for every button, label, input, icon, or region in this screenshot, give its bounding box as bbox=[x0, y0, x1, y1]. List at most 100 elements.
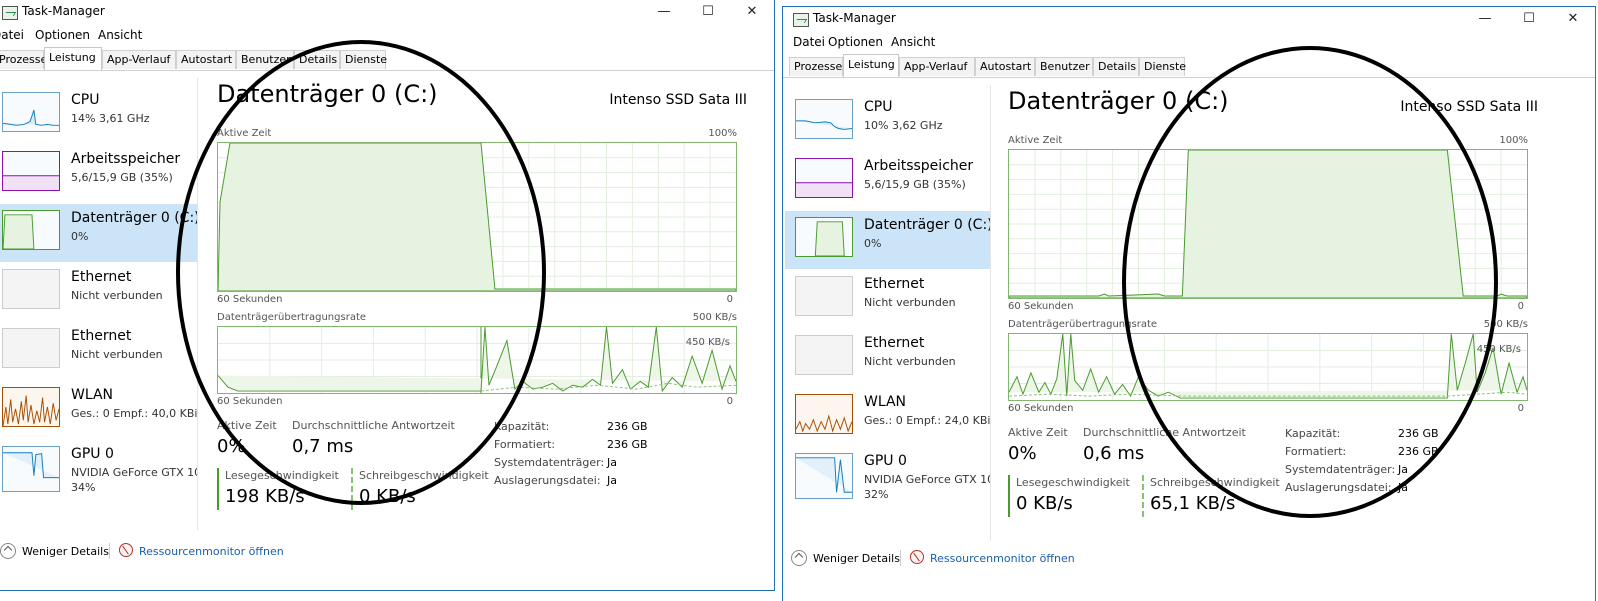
gpu-usage: 34% bbox=[71, 481, 96, 494]
sidebar-item-value: 5,6/15,9 GB (35%) bbox=[71, 171, 173, 184]
sidebar-item-cpu[interactable]: CPU 10% 3,62 GHz bbox=[785, 93, 990, 151]
graph1-time: 60 Sekunden bbox=[1008, 301, 1074, 312]
active-time-graph bbox=[1008, 149, 1528, 299]
sidebar-item-value: Nicht verbunden bbox=[71, 289, 163, 302]
title-bar[interactable]: Task-Manager — ☐ ✕ bbox=[0, 0, 774, 26]
tab-details[interactable]: Details bbox=[294, 50, 340, 69]
tab-details[interactable]: Details bbox=[1093, 57, 1139, 76]
task-manager-window-left: Task-Manager — ☐ ✕ Datei Optionen Ansich… bbox=[0, 0, 775, 591]
sidebar-item-arbeitsspeicher[interactable]: Arbeitsspeicher 5,6/15,9 GB (35%) bbox=[0, 145, 197, 203]
gpu-graph-icon bbox=[795, 453, 853, 499]
sidebar-item-label: Ethernet bbox=[71, 269, 132, 285]
chevron-up-icon[interactable] bbox=[791, 550, 807, 566]
cpu-graph-icon bbox=[795, 99, 853, 139]
sidebar-item-label: CPU bbox=[864, 99, 893, 115]
menu-ansicht[interactable]: Ansicht bbox=[98, 28, 142, 42]
fewer-details-button[interactable]: Weniger Details bbox=[22, 545, 109, 558]
sidebar-item-gpu[interactable]: GPU 0 NVIDIA GeForce GTX 1050 32% bbox=[785, 447, 990, 507]
info-value: 236 GB bbox=[1398, 445, 1439, 458]
info-key: Formatiert: bbox=[494, 438, 556, 451]
close-button[interactable]: ✕ bbox=[1551, 7, 1595, 33]
read-speed-value: 198 KB/s bbox=[225, 486, 305, 507]
menu-ansicht[interactable]: Ansicht bbox=[891, 35, 935, 49]
sidebar-item-ethernet-1[interactable]: Ethernet Nicht verbunden bbox=[0, 263, 197, 321]
disk-graph-icon bbox=[2, 210, 60, 250]
sidebar-item-ethernet-2[interactable]: Ethernet Nicht verbunden bbox=[0, 322, 197, 380]
menu-optionen[interactable]: Optionen bbox=[828, 35, 883, 49]
menu-datei[interactable]: Datei bbox=[0, 28, 24, 42]
window-title: Task-Manager bbox=[22, 4, 105, 18]
window-title: Task-Manager bbox=[813, 11, 896, 25]
graph1-label: Aktive Zeit bbox=[1008, 135, 1063, 146]
tab-autostart[interactable]: Autostart bbox=[176, 50, 236, 69]
gpu-usage: 32% bbox=[864, 488, 889, 501]
tab-bar: Prozesse Leistung App-Verlauf Autostart … bbox=[0, 46, 774, 71]
menu-optionen[interactable]: Optionen bbox=[35, 28, 90, 42]
tab-leistung[interactable]: Leistung bbox=[44, 47, 102, 70]
tab-app-verlauf[interactable]: App-Verlauf bbox=[899, 57, 975, 76]
tab-benutzer[interactable]: Benutzer bbox=[1035, 57, 1093, 76]
write-speed-label: Schreibgeschwindigkeit bbox=[359, 469, 489, 482]
sidebar-item-wlan[interactable]: WLAN Ges.: 0 Empf.: 40,0 KBit/s bbox=[0, 381, 197, 439]
graph2-inner-label: 450 KB/s bbox=[685, 337, 730, 348]
title-bar[interactable]: Task-Manager — ☐ ✕ bbox=[783, 7, 1595, 33]
read-speed-label: Lesegeschwindigkeit bbox=[1016, 476, 1130, 489]
cpu-graph-icon bbox=[2, 92, 60, 132]
fewer-details-button[interactable]: Weniger Details bbox=[813, 552, 900, 565]
sidebar-item-value: Nicht verbunden bbox=[71, 348, 163, 361]
gpu-model: NVIDIA GeForce GTX 1050 bbox=[71, 466, 197, 479]
tab-bar: Prozesse Leistung App-Verlauf Autostart … bbox=[783, 53, 1595, 78]
tab-app-verlauf[interactable]: App-Verlauf bbox=[102, 50, 176, 69]
chevron-up-icon[interactable] bbox=[0, 543, 16, 559]
transfer-rate-graph: 450 KB/s bbox=[1008, 333, 1528, 401]
info-value: Ja bbox=[1398, 463, 1408, 476]
graph2-min: 0 bbox=[1517, 403, 1524, 414]
graph1-time: 60 Sekunden bbox=[217, 294, 283, 305]
minimize-button[interactable]: — bbox=[642, 0, 686, 26]
maximize-button[interactable]: ☐ bbox=[1507, 7, 1551, 33]
sidebar-item-value: Nicht verbunden bbox=[864, 296, 956, 309]
info-key: Auslagerungsdatei: bbox=[494, 474, 601, 487]
resource-monitor-icon[interactable] bbox=[119, 543, 133, 557]
minimize-button[interactable]: — bbox=[1463, 7, 1507, 33]
sidebar-item-gpu[interactable]: GPU 0 NVIDIA GeForce GTX 1050 34% bbox=[0, 440, 197, 500]
tab-autostart[interactable]: Autostart bbox=[975, 57, 1035, 76]
sidebar-item-ethernet-2[interactable]: Ethernet Nicht verbunden bbox=[785, 329, 990, 387]
tab-dienste[interactable]: Dienste bbox=[340, 50, 387, 69]
info-key: Auslagerungsdatei: bbox=[1285, 481, 1392, 494]
tab-prozesse[interactable]: Prozesse bbox=[789, 57, 843, 76]
memory-graph-icon bbox=[795, 158, 853, 198]
graph1-min: 0 bbox=[1517, 301, 1524, 312]
sidebar-item-label: Datenträger 0 (C:) bbox=[71, 210, 197, 226]
graph2-inner-label: 450 KB/s bbox=[1476, 344, 1521, 355]
sidebar-item-datentraeger[interactable]: Datenträger 0 (C:) 0% bbox=[0, 204, 197, 262]
maximize-button[interactable]: ☐ bbox=[686, 0, 730, 26]
tab-leistung[interactable]: Leistung bbox=[843, 54, 899, 77]
resource-sidebar: CPU 14% 3,61 GHz Arbeitsspeicher 5,6/15,… bbox=[0, 78, 198, 530]
graph1-label: Aktive Zeit bbox=[217, 128, 272, 139]
sidebar-item-value: 14% 3,61 GHz bbox=[71, 112, 150, 125]
ethernet-graph-icon bbox=[795, 335, 853, 375]
sidebar-item-arbeitsspeicher[interactable]: Arbeitsspeicher 5,6/15,9 GB (35%) bbox=[785, 152, 990, 210]
open-resource-monitor-link[interactable]: Ressourcenmonitor öffnen bbox=[930, 552, 1075, 565]
tab-benutzer[interactable]: Benutzer bbox=[236, 50, 294, 69]
sidebar-item-datentraeger[interactable]: Datenträger 0 (C:) 0% bbox=[785, 211, 990, 269]
sidebar-item-label: WLAN bbox=[864, 394, 907, 410]
sidebar-item-label: Datenträger 0 (C:) bbox=[864, 217, 990, 233]
info-value: Ja bbox=[607, 474, 617, 487]
sidebar-item-value: Nicht verbunden bbox=[864, 355, 956, 368]
sidebar-item-value: 5,6/15,9 GB (35%) bbox=[864, 178, 966, 191]
menu-datei[interactable]: Datei bbox=[793, 35, 825, 49]
sidebar-item-wlan[interactable]: WLAN Ges.: 0 Empf.: 24,0 KBit/s bbox=[785, 388, 990, 446]
close-button[interactable]: ✕ bbox=[730, 0, 774, 26]
sidebar-item-cpu[interactable]: CPU 14% 3,61 GHz bbox=[0, 86, 197, 144]
tab-prozesse[interactable]: Prozesse bbox=[0, 50, 47, 69]
sidebar-item-ethernet-1[interactable]: Ethernet Nicht verbunden bbox=[785, 270, 990, 328]
resource-monitor-icon[interactable] bbox=[910, 550, 924, 564]
open-resource-monitor-link[interactable]: Ressourcenmonitor öffnen bbox=[139, 545, 284, 558]
write-speed-value: 0 KB/s bbox=[359, 486, 416, 507]
sidebar-item-label: Arbeitsspeicher bbox=[864, 158, 974, 174]
response-time-label: Durchschnittliche Antwortzeit bbox=[292, 419, 455, 432]
tab-dienste[interactable]: Dienste bbox=[1139, 57, 1186, 76]
graph2-min: 0 bbox=[726, 396, 733, 407]
